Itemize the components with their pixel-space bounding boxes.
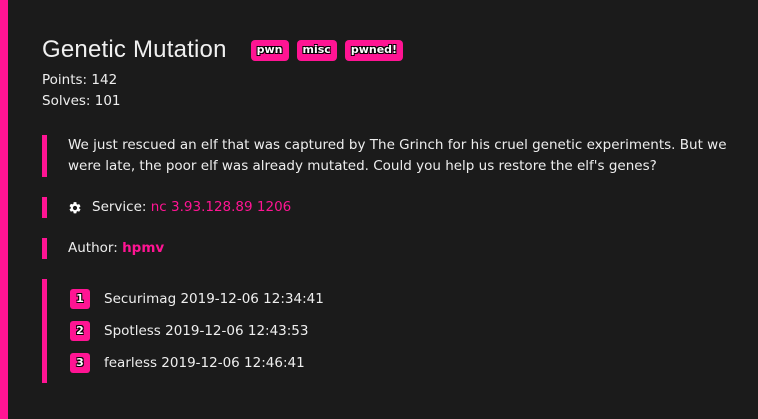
rank-badge: 3 (70, 353, 90, 373)
points-text: Points: 142 (42, 72, 118, 88)
tag-misc: misc (296, 39, 337, 61)
service-label: Service: (92, 199, 147, 215)
tag-pwned: pwned! (344, 39, 404, 61)
solve-entry-text: fearless 2019-12-06 12:46:41 (104, 354, 305, 371)
tag-pwn: pwn (250, 39, 289, 61)
list-item: 1 Securimag 2019-12-06 12:34:41 (68, 283, 742, 315)
service-link[interactable]: nc 3.93.128.89 1206 (151, 197, 292, 218)
service-block: Service: nc 3.93.128.89 1206 (42, 197, 742, 218)
rank-badge: 2 (70, 321, 90, 341)
solve-entry-text: Spotless 2019-12-06 12:43:53 (104, 322, 309, 339)
solve-entry-text: Securimag 2019-12-06 12:34:41 (104, 290, 324, 307)
tag-list: pwn misc pwned! (250, 39, 404, 61)
challenge-panel: Genetic Mutation pwn misc pwned! Points:… (42, 34, 742, 383)
left-accent-bar (0, 0, 8, 419)
author-link[interactable]: hpmv (122, 240, 164, 256)
author-block: Author: hpmv (42, 238, 742, 259)
challenge-title: Genetic Mutation (42, 36, 227, 63)
rank-badge: 1 (70, 289, 90, 309)
list-item: 3 fearless 2019-12-06 12:46:41 (68, 347, 742, 379)
solves-count-text: Solves: 101 (42, 93, 121, 109)
gear-icon (68, 201, 82, 215)
author-label: Author: (68, 240, 118, 256)
solves-list: 1 Securimag 2019-12-06 12:34:41 2 Spotle… (42, 279, 742, 383)
title-row: Genetic Mutation pwn misc pwned! (42, 34, 742, 66)
list-item: 2 Spotless 2019-12-06 12:43:53 (68, 315, 742, 347)
challenge-description: We just rescued an elf that was captured… (42, 135, 742, 177)
